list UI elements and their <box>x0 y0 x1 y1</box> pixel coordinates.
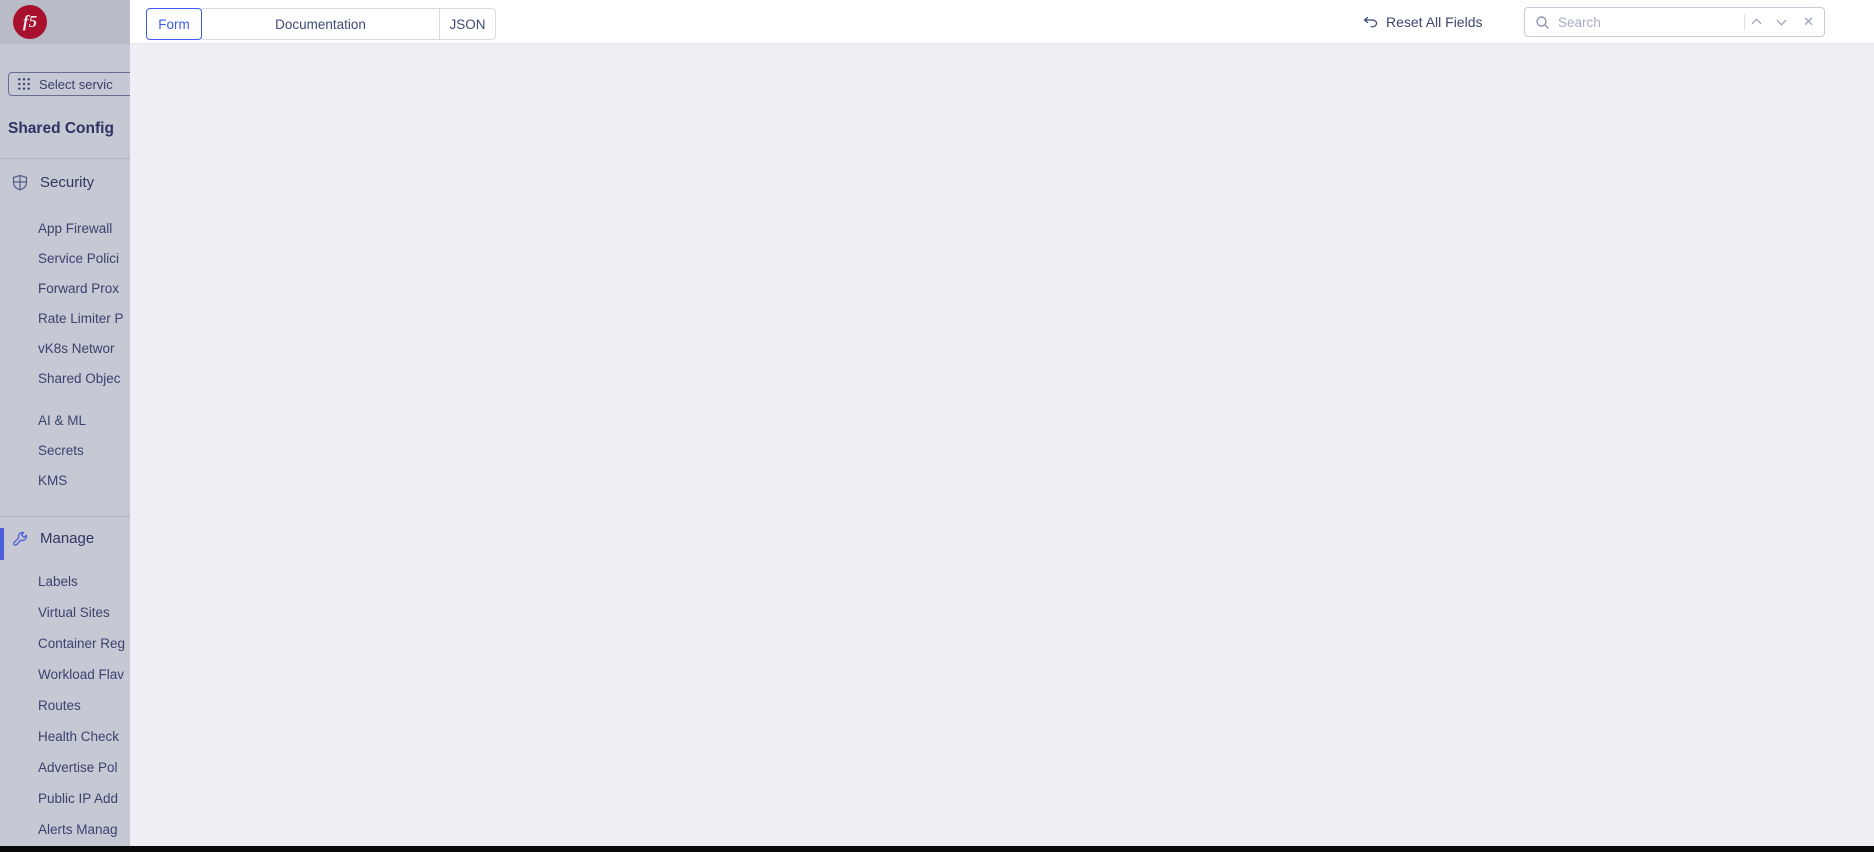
sidebar-item-public-ip[interactable]: Public IP Add <box>0 783 130 814</box>
sidebar-section-manage[interactable]: Manage <box>12 530 94 547</box>
sidebar-item-health-checks[interactable]: Health Check <box>0 721 130 752</box>
sidebar-item-rate-limiter[interactable]: Rate Limiter P <box>0 304 130 334</box>
wizard-modal: Form Documentation JSON Reset All Fields… <box>130 0 1874 852</box>
sidebar-item-routes[interactable]: Routes <box>0 690 130 721</box>
manage-items: Labels Virtual Sites Container Reg Workl… <box>0 566 130 845</box>
divider <box>0 516 130 517</box>
modal-topbar: Form Documentation JSON Reset All Fields… <box>130 0 1874 44</box>
tab-json[interactable]: JSON <box>439 8 496 40</box>
f5-logo[interactable]: f5 <box>13 5 47 39</box>
tab-form[interactable]: Form <box>146 8 202 40</box>
sidebar-item-alerts-management[interactable]: Alerts Manag <box>0 814 130 845</box>
security-items: App Firewall Service Polici Forward Prox… <box>0 214 130 496</box>
active-section-indicator <box>0 528 4 560</box>
sidebar-item-labels[interactable]: Labels <box>0 566 130 597</box>
workspace-title: Shared Config <box>8 120 114 138</box>
shield-icon <box>12 174 28 191</box>
search-close-icon[interactable]: ✕ <box>1803 14 1814 30</box>
wrench-icon <box>12 531 28 547</box>
search-input[interactable]: Search ✕ <box>1524 7 1825 37</box>
sidebar-item-ai-ml[interactable]: AI & ML <box>0 406 130 436</box>
view-tabs: Form Documentation JSON <box>146 8 496 40</box>
sidebar-item-advertise-policies[interactable]: Advertise Pol <box>0 752 130 783</box>
app-root: f5 Select servic Shared Config Security … <box>0 0 1874 852</box>
search-placeholder: Search <box>1558 15 1736 30</box>
divider <box>0 158 130 159</box>
search-next-icon[interactable] <box>1777 16 1787 26</box>
sidebar-item-service-policies[interactable]: Service Polici <box>0 244 130 274</box>
search-prev-icon[interactable] <box>1752 19 1762 29</box>
undo-icon <box>1363 16 1378 29</box>
sidebar-section-security[interactable]: Security <box>12 174 94 191</box>
sidebar-item-virtual-sites[interactable]: Virtual Sites <box>0 597 130 628</box>
grid-icon <box>17 77 31 91</box>
sidebar-item-vk8s-network[interactable]: vK8s Networ <box>0 334 130 364</box>
select-service-label: Select servic <box>39 77 113 92</box>
sidebar-item-container-registries[interactable]: Container Reg <box>0 628 130 659</box>
sidebar: f5 Select servic Shared Config Security … <box>0 0 130 852</box>
window-bottom-bar <box>0 846 1874 852</box>
search-icon <box>1535 15 1550 30</box>
tab-documentation[interactable]: Documentation <box>201 8 440 40</box>
select-service-button[interactable]: Select servic <box>8 72 130 96</box>
sidebar-item-workload-flavors[interactable]: Workload Flav <box>0 659 130 690</box>
sidebar-item-forward-proxy[interactable]: Forward Prox <box>0 274 130 304</box>
sidebar-item-app-firewall[interactable]: App Firewall <box>0 214 130 244</box>
divider <box>1744 14 1745 30</box>
sidebar-item-shared-objects[interactable]: Shared Objec <box>0 364 130 394</box>
sidebar-item-kms[interactable]: KMS <box>0 466 130 496</box>
reset-all-fields-button[interactable]: Reset All Fields <box>1363 14 1482 30</box>
sidebar-item-secrets[interactable]: Secrets <box>0 436 130 466</box>
